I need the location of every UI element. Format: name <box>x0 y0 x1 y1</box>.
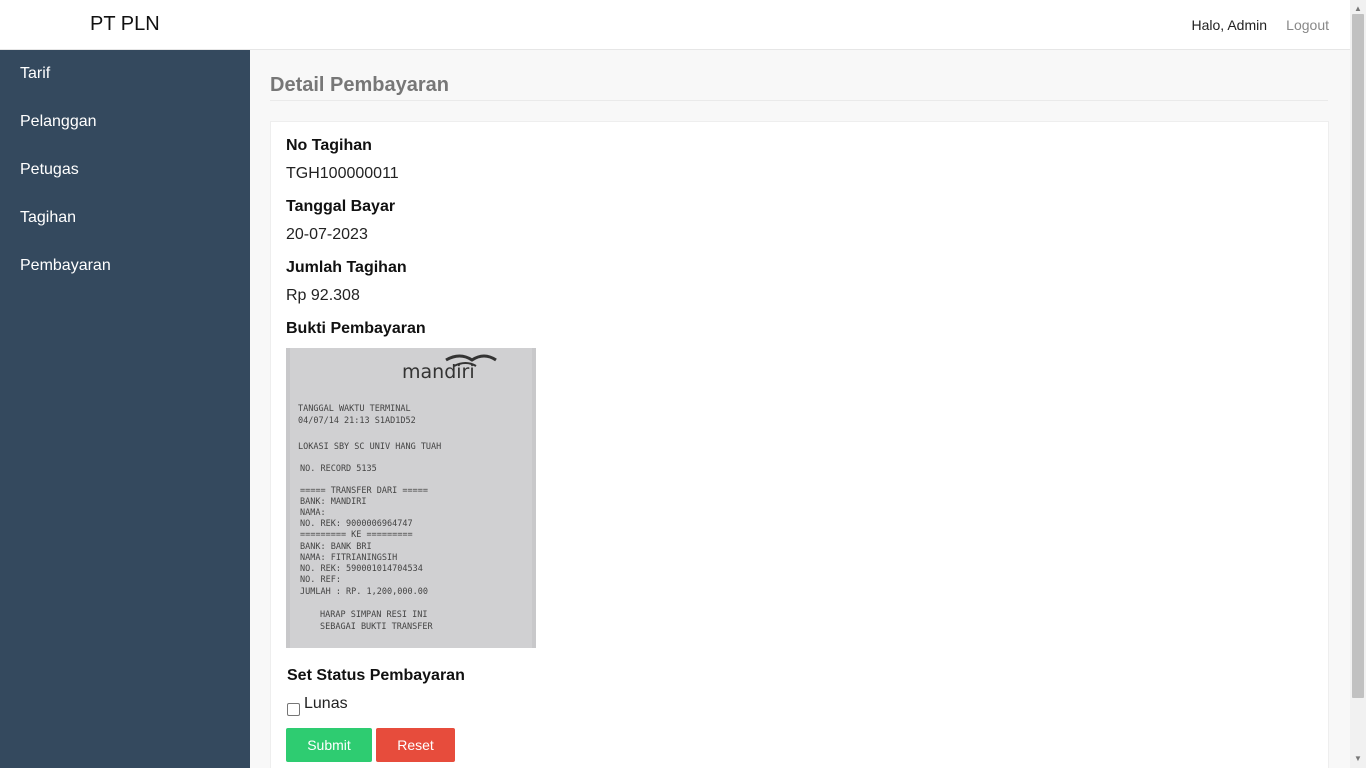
scroll-down-arrow-icon[interactable]: ▼ <box>1350 752 1366 766</box>
payment-receipt-image: mandiri TANGGAL WAKTU TERMINAL 04/07/14 2… <box>286 348 536 648</box>
logout-link[interactable]: Logout <box>1286 17 1329 33</box>
receipt-line: BANK: MANDIRI <box>300 497 367 507</box>
user-greeting: Halo, Admin <box>1191 17 1267 33</box>
receipt-line: LOKASI SBY SC UNIV HANG TUAH <box>298 442 441 452</box>
receipt-line: 04/07/14 21:13 S1AD1D52 <box>298 416 416 426</box>
no-tagihan-label: No Tagihan <box>286 137 372 154</box>
receipt-line: ========= KE ========= <box>300 530 413 540</box>
receipt-line: NAMA: <box>300 508 326 518</box>
receipt-line: NAMA: FITRIANINGSIH <box>300 553 397 563</box>
sidebar-item-tarif[interactable]: Tarif <box>20 65 50 83</box>
sidebar-item-petugas[interactable]: Petugas <box>20 161 79 179</box>
tanggal-bayar-value: 20-07-2023 <box>286 226 368 243</box>
sidebar-item-pelanggan[interactable]: Pelanggan <box>20 113 97 131</box>
main-content: Detail Pembayaran No Tagihan TGH10000001… <box>250 50 1350 768</box>
receipt-bank-logo: mandiri <box>402 361 475 383</box>
receipt-line: NO. REK: 590001014704534 <box>300 564 423 574</box>
submit-button[interactable]: Submit <box>286 728 372 762</box>
status-label: Set Status Pembayaran <box>287 667 465 684</box>
receipt-line: ===== TRANSFER DARI ===== <box>300 486 428 496</box>
jumlah-tagihan-value: Rp 92.308 <box>286 287 360 304</box>
brand-title[interactable]: PT PLN <box>90 13 160 36</box>
page-title: Detail Pembayaran <box>270 74 449 96</box>
receipt-line: NO. RECORD 5135 <box>300 464 377 474</box>
receipt-line: NO. REK: 9000006964747 <box>300 519 413 529</box>
detail-card: No Tagihan TGH100000011 Tanggal Bayar 20… <box>270 121 1329 768</box>
sidebar: Tarif Pelanggan Petugas Tagihan Pembayar… <box>0 50 250 768</box>
top-navbar: PT PLN Halo, Admin Logout <box>0 0 1350 50</box>
receipt-line: TANGGAL WAKTU TERMINAL <box>298 404 411 414</box>
bukti-pembayaran-label: Bukti Pembayaran <box>286 320 426 337</box>
lunas-checkbox[interactable] <box>287 703 300 716</box>
sidebar-item-tagihan[interactable]: Tagihan <box>20 209 76 227</box>
no-tagihan-value: TGH100000011 <box>286 165 399 182</box>
receipt-line: HARAP SIMPAN RESI INI <box>320 610 427 620</box>
title-divider <box>270 100 1328 101</box>
jumlah-tagihan-label: Jumlah Tagihan <box>286 259 407 276</box>
tanggal-bayar-label: Tanggal Bayar <box>286 198 396 215</box>
receipt-line: BANK: BANK BRI <box>300 542 372 552</box>
receipt-line: NO. REF: <box>300 575 341 585</box>
scroll-thumb[interactable] <box>1352 14 1364 698</box>
reset-button[interactable]: Reset <box>376 728 455 762</box>
scrollbar[interactable]: ▲ ▼ <box>1350 0 1366 768</box>
receipt-line: SEBAGAI BUKTI TRANSFER <box>320 622 433 632</box>
receipt-line: JUMLAH : RP. 1,200,000.00 <box>300 587 428 597</box>
lunas-checkbox-label[interactable]: Lunas <box>304 695 348 713</box>
sidebar-item-pembayaran[interactable]: Pembayaran <box>20 257 111 275</box>
